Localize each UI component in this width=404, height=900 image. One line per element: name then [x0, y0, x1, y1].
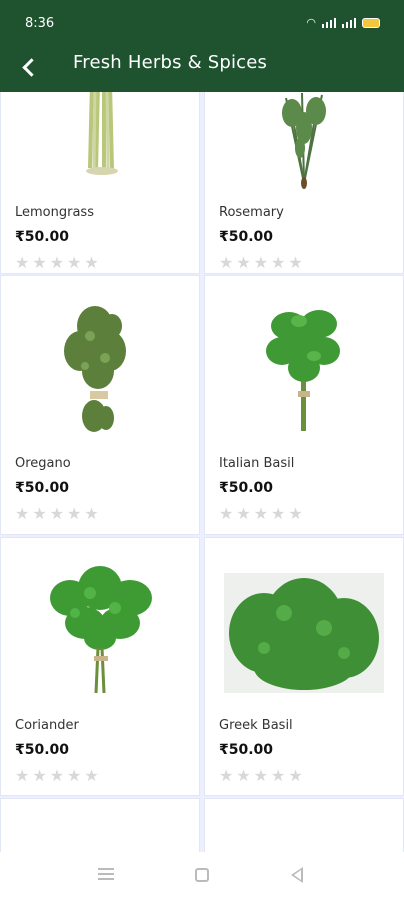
rating-stars: ★ ★ ★ ★ ★ [15, 768, 99, 784]
product-price: ₹50.00 [15, 229, 70, 245]
star-icon: ★ [288, 504, 303, 523]
star-icon: ★ [15, 504, 30, 523]
star-icon: ★ [236, 766, 251, 785]
star-icon: ★ [253, 253, 269, 272]
star-icon: ★ [253, 504, 269, 523]
oregano-image [1, 296, 199, 446]
product-card-coriander[interactable]: Coriander ₹50.00 ★ ★ ★ ★ ★ [0, 537, 200, 796]
star-icon: ★ [32, 504, 47, 523]
star-icon: ★ [49, 253, 65, 272]
rating-stars: ★ ★ ★ ★ ★ [219, 768, 303, 784]
product-price: ₹50.00 [219, 229, 274, 245]
product-name: Rosemary [219, 205, 284, 220]
star-icon: ★ [32, 766, 47, 785]
product-card-partial-right[interactable] [204, 798, 404, 852]
home-icon[interactable] [195, 868, 209, 882]
star-icon: ★ [49, 766, 65, 785]
product-name: Lemongrass [15, 205, 94, 220]
status-icons: ◠ [306, 16, 380, 29]
star-icon: ★ [15, 766, 30, 785]
star-icon: ★ [271, 766, 286, 785]
page-title: Fresh Herbs & Spices [73, 52, 268, 73]
product-name: Greek Basil [219, 718, 293, 733]
signal-icon-2 [342, 17, 356, 28]
product-card-oregano[interactable]: Oregano ₹50.00 ★ ★ ★ ★ ★ [0, 275, 200, 535]
star-icon: ★ [84, 253, 99, 272]
italian-basil-image [205, 296, 403, 446]
back-triangle-icon[interactable] [291, 867, 303, 883]
star-icon: ★ [288, 766, 303, 785]
star-icon: ★ [84, 504, 99, 523]
star-icon: ★ [219, 253, 234, 272]
back-arrow-icon[interactable] [20, 56, 42, 78]
rosemary-image [205, 92, 403, 193]
product-price: ₹50.00 [219, 480, 274, 496]
product-name: Italian Basil [219, 456, 295, 471]
star-icon: ★ [67, 253, 82, 272]
greek-basil-image [205, 573, 403, 693]
star-icon: ★ [253, 766, 269, 785]
star-icon: ★ [49, 504, 65, 523]
status-bar: 8:36 ◠ [0, 0, 404, 44]
product-card-italian-basil[interactable]: Italian Basil ₹50.00 ★ ★ ★ ★ ★ [204, 275, 404, 535]
system-nav-bar [0, 852, 404, 900]
star-icon: ★ [219, 504, 234, 523]
lemongrass-image [1, 92, 199, 183]
star-icon: ★ [67, 504, 82, 523]
star-icon: ★ [271, 253, 286, 272]
rating-stars: ★ ★ ★ ★ ★ [219, 506, 303, 522]
battery-icon [362, 17, 380, 28]
product-card-partial-left[interactable] [0, 798, 200, 852]
product-price: ₹50.00 [15, 742, 70, 758]
recents-icon[interactable] [98, 868, 114, 880]
wifi-icon: ◠ [306, 16, 316, 29]
coriander-image [1, 558, 199, 708]
product-card-rosemary[interactable]: Rosemary ₹50.00 ★ ★ ★ ★ ★ [204, 92, 404, 274]
star-icon: ★ [236, 504, 251, 523]
product-name: Oregano [15, 456, 71, 471]
product-price: ₹50.00 [15, 480, 70, 496]
app-bar: Fresh Herbs & Spices [0, 44, 404, 92]
star-icon: ★ [288, 253, 303, 272]
star-icon: ★ [67, 766, 82, 785]
star-icon: ★ [32, 253, 47, 272]
star-icon: ★ [219, 766, 234, 785]
star-icon: ★ [236, 253, 251, 272]
rating-stars: ★ ★ ★ ★ ★ [219, 255, 303, 271]
star-icon: ★ [84, 766, 99, 785]
rating-stars: ★ ★ ★ ★ ★ [15, 506, 99, 522]
product-card-greek-basil[interactable]: Greek Basil ₹50.00 ★ ★ ★ ★ ★ [204, 537, 404, 796]
product-card-lemongrass[interactable]: Lemongrass ₹50.00 ★ ★ ★ ★ ★ [0, 92, 200, 274]
star-icon: ★ [271, 504, 286, 523]
status-time: 8:36 [25, 16, 55, 31]
rating-stars: ★ ★ ★ ★ ★ [15, 255, 99, 271]
product-price: ₹50.00 [219, 742, 274, 758]
star-icon: ★ [15, 253, 30, 272]
signal-icon [322, 17, 336, 28]
product-grid[interactable]: Lemongrass ₹50.00 ★ ★ ★ ★ ★ Rosemary ₹50.00 … [0, 92, 404, 852]
product-name: Coriander [15, 718, 79, 733]
